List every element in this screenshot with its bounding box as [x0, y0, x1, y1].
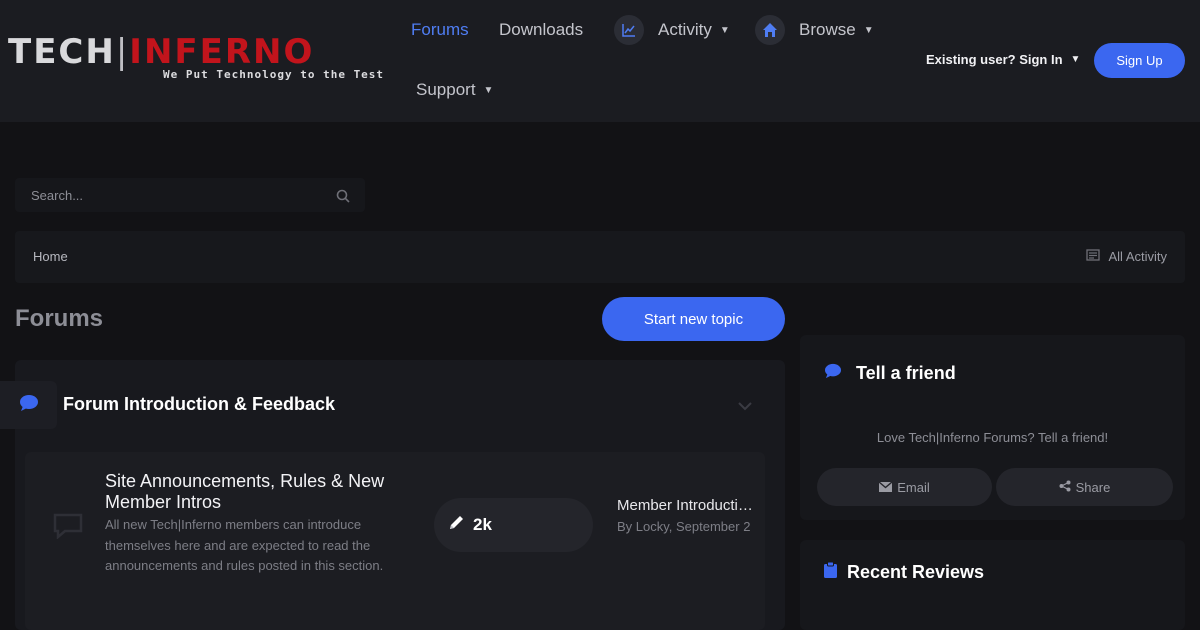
nav-downloads-label: Downloads: [499, 20, 584, 39]
post-count-badge: 2k: [434, 498, 593, 552]
email-label: Email: [897, 479, 930, 495]
recent-reviews-widget: Recent Reviews: [800, 540, 1185, 630]
email-button[interactable]: Email: [817, 468, 992, 506]
recent-reviews-title: Recent Reviews: [847, 562, 985, 582]
caret-down-icon: ▼: [483, 84, 494, 96]
tell-a-friend-title: Tell a friend: [856, 363, 956, 383]
breadcrumb-home[interactable]: Home: [33, 249, 68, 264]
start-new-topic-button[interactable]: Start new topic: [602, 297, 785, 341]
search-bar: [15, 178, 365, 212]
tell-a-friend-header: Tell a friend: [824, 363, 956, 384]
chevron-down-icon[interactable]: [735, 396, 755, 416]
last-post-meta: By Locky, September 2: [617, 519, 751, 534]
recent-reviews-header: Recent Reviews: [824, 561, 985, 583]
chat-bubble-icon: [824, 363, 842, 384]
all-activity-label: All Activity: [1108, 249, 1167, 264]
share-button[interactable]: Share: [996, 468, 1173, 506]
page-title: Forums: [15, 305, 104, 332]
nav-forums[interactable]: Forums: [411, 20, 469, 40]
tell-a-friend-text: Love Tech|Inferno Forums? Tell a friend!: [876, 430, 1109, 445]
newspaper-icon: [1086, 249, 1101, 264]
breadcrumb: Home All Activity: [15, 231, 1185, 283]
site-header: TECH|INFERNO We Put Technology to the Te…: [0, 0, 1200, 122]
last-post: Member Introductions By Locky, September…: [617, 497, 755, 537]
forum-title-link[interactable]: Site Announcements, Rules & New Member I…: [105, 471, 425, 513]
sign-in-label: Existing user? Sign In: [926, 52, 1063, 67]
pencil-icon: [448, 514, 465, 536]
clipboard-icon: [824, 561, 837, 583]
envelope-icon: [878, 480, 893, 495]
nav-downloads[interactable]: Downloads: [499, 20, 583, 40]
share-icon: [1059, 480, 1071, 495]
search-icon[interactable]: [333, 186, 353, 206]
site-logo[interactable]: TECH|INFERNO We Put Technology to the Te…: [8, 32, 388, 84]
sign-in-link[interactable]: Existing user? Sign In ▼: [926, 52, 1080, 67]
caret-down-icon: ▼: [863, 24, 874, 36]
tell-a-friend-widget: Tell a friend Love Tech|Inferno Forums? …: [800, 335, 1185, 520]
nav-support-label: Support: [416, 80, 476, 99]
post-count: 2k: [473, 515, 492, 534]
nav-browse-label: Browse: [799, 20, 856, 39]
caret-down-icon: ▼: [1070, 54, 1081, 65]
caret-down-icon: ▼: [719, 24, 730, 36]
logo-wordmark: TECH|INFERNO: [8, 32, 315, 72]
nav-browse[interactable]: Browse ▼: [755, 15, 874, 45]
sign-up-button[interactable]: Sign Up: [1094, 43, 1185, 78]
search-input[interactable]: [15, 187, 315, 203]
forum-description: All new Tech|Inferno members can introdu…: [105, 517, 384, 573]
category-title: Forum Introduction & Feedback: [63, 394, 336, 414]
home-icon: [755, 15, 785, 45]
nav-forums-label: Forums: [411, 20, 469, 39]
line-chart-icon: [614, 15, 644, 45]
category-icon-box: [0, 381, 57, 429]
share-label: Share: [1075, 479, 1111, 495]
nav-support[interactable]: Support ▼: [416, 80, 493, 100]
last-post-title-link[interactable]: Member Introductions: [617, 497, 755, 515]
all-activity-link[interactable]: All Activity: [1086, 249, 1167, 264]
logo-tagline: We Put Technology to the Test: [163, 68, 385, 81]
nav-activity[interactable]: Activity ▼: [614, 15, 730, 45]
nav-activity-label: Activity: [658, 20, 712, 39]
chat-bubble-icon: [19, 394, 39, 417]
forum-chat-icon: [50, 510, 86, 540]
